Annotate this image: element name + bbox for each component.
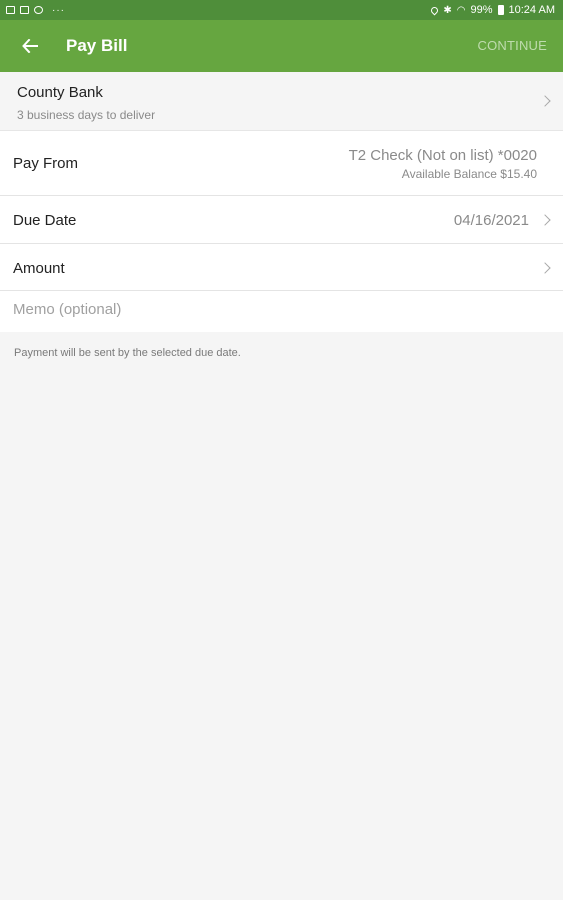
chevron-right-icon [539,262,551,274]
status-bar-right: ✱ ◠ 99% 10:24 AM [429,4,555,16]
memo-row [0,291,563,332]
due-date-row[interactable]: Due Date 04/16/2021 [0,196,563,244]
more-notifications-icon: ··· [52,4,65,16]
location-icon [429,5,440,15]
continue-button[interactable]: CONTINUE [478,38,548,53]
app-bar: Pay Bill CONTINUE [0,20,563,72]
payee-row[interactable]: County Bank 3 business days to deliver [0,72,563,131]
amount-row[interactable]: Amount [0,244,563,291]
due-date-label: Due Date [13,212,77,229]
due-date-value: 04/16/2021 [453,212,529,229]
pay-from-row[interactable]: Pay From T2 Check (Not on list) *0020 Av… [0,131,563,196]
payee-delivery-time: 3 business days to deliver [17,108,156,122]
pay-from-label: Pay From [13,155,79,172]
wifi-icon: ◠ [456,4,466,16]
page-title: Pay Bill [66,36,128,55]
status-bar: ··· ✱ ◠ 99% 10:24 AM [0,0,563,20]
bluetooth-icon: ✱ [443,4,452,16]
screen-notification-icon [20,6,29,14]
amount-label: Amount [13,260,65,277]
status-bar-left: ··· [6,5,65,16]
battery-icon [497,5,504,15]
chevron-right-icon [539,95,551,107]
arrow-left-icon [22,39,38,53]
clock: 10:24 AM [508,4,555,16]
chevron-right-icon [539,214,551,226]
memo-input[interactable] [13,301,533,318]
image-notification-icon [6,6,15,14]
chat-notification-icon [34,6,43,14]
battery-percent: 99% [470,4,493,16]
pay-from-account: T2 Check (Not on list) *0020 [348,147,537,164]
payment-note: Payment will be sent by the selected due… [14,347,241,359]
back-button[interactable] [0,20,60,72]
payee-name: County Bank [17,84,103,101]
available-balance: Available Balance $15.40 [401,167,537,181]
